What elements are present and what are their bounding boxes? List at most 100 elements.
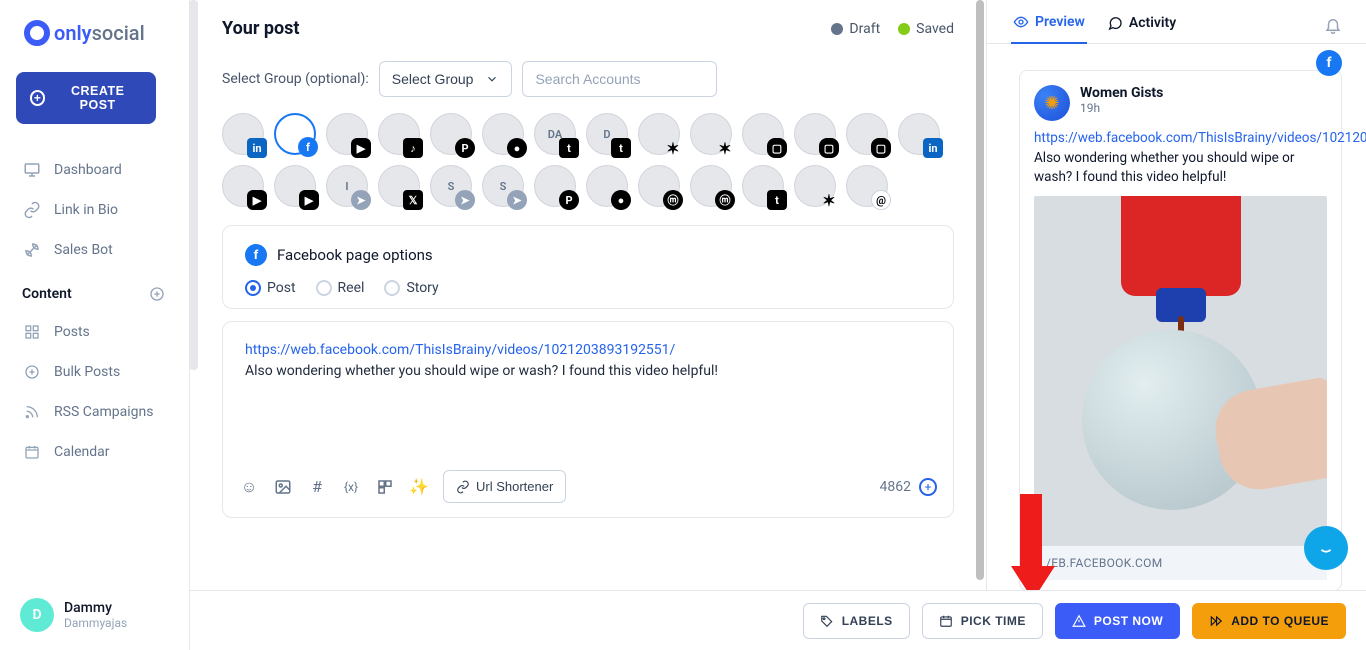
account-avatar[interactable]: ▢ xyxy=(742,113,784,155)
url-shortener-button[interactable]: Url Shortener xyxy=(443,470,566,503)
account-avatar[interactable]: ● xyxy=(482,113,524,155)
editor-body[interactable]: https://web.facebook.com/ThisIsBrainy/vi… xyxy=(223,322,953,462)
link-icon xyxy=(22,200,42,220)
account-avatar[interactable]: ✶ xyxy=(638,113,680,155)
th-network-icon: @ xyxy=(871,190,891,210)
rocket-icon xyxy=(22,240,42,260)
warning-icon xyxy=(1072,614,1086,628)
preview-avatar: ✺ xyxy=(1034,85,1070,121)
radio-reel[interactable]: Reel xyxy=(316,280,365,296)
li-network-icon: in xyxy=(247,138,267,158)
bs-network-icon: ✶ xyxy=(663,138,683,158)
main-panel: Your post Draft Saved Select Group (opti… xyxy=(190,0,986,650)
chat-fab[interactable] xyxy=(1304,526,1348,570)
rd-network-icon: ● xyxy=(611,190,631,210)
plus-circle-icon[interactable] xyxy=(147,284,167,304)
add-variant-icon[interactable]: + xyxy=(919,478,937,496)
calendar-icon xyxy=(22,442,42,462)
account-avatar[interactable]: t xyxy=(742,165,784,207)
main-scrollbar[interactable] xyxy=(976,0,984,580)
account-avatar[interactable]: ▶ xyxy=(326,113,368,155)
hashtag-icon[interactable]: # xyxy=(307,477,327,497)
sidebar-item-bulk[interactable]: Bulk Posts xyxy=(16,352,173,392)
account-avatar[interactable]: ▢ xyxy=(794,113,836,155)
facebook-badge-icon: f xyxy=(1316,50,1342,76)
account-avatar[interactable]: I➤ xyxy=(326,165,368,207)
account-avatar[interactable]: DAt xyxy=(534,113,576,155)
ig-network-icon: ▢ xyxy=(819,138,839,158)
tb-network-icon: t xyxy=(559,138,579,158)
preview-body-text: Also wondering whether you should wipe o… xyxy=(1034,150,1294,186)
account-avatar[interactable]: ⓜ xyxy=(690,165,732,207)
add-to-queue-button[interactable]: ADD TO QUEUE xyxy=(1192,603,1346,639)
select-group-dropdown[interactable]: Select Group xyxy=(379,61,513,97)
emoji-icon[interactable]: ☺ xyxy=(239,477,259,497)
editor-link[interactable]: https://web.facebook.com/ThisIsBrainy/vi… xyxy=(245,342,675,358)
radio-story[interactable]: Story xyxy=(384,280,438,296)
fb-network-icon: f xyxy=(298,137,318,157)
labels-button[interactable]: LABELS xyxy=(803,603,910,639)
account-avatar[interactable]: P xyxy=(534,165,576,207)
search-accounts-input[interactable] xyxy=(522,61,717,97)
calendar-icon xyxy=(939,614,953,628)
variable-icon[interactable]: {x} xyxy=(341,477,361,497)
account-avatar[interactable]: ● xyxy=(586,165,628,207)
image-icon[interactable] xyxy=(273,477,293,497)
rss-icon xyxy=(22,402,42,422)
account-avatar[interactable]: in xyxy=(898,113,940,155)
pn-network-icon: P xyxy=(455,138,475,158)
create-post-button[interactable]: + CREATE POST xyxy=(16,72,156,124)
preview-link[interactable]: https://web.facebook.com/ThisIsBrainy/vi… xyxy=(1034,130,1366,146)
sidebar-item-posts[interactable]: Posts xyxy=(16,312,173,352)
sidebar-item-dashboard[interactable]: Dashboard xyxy=(16,150,173,190)
sidebar-item-salesbot[interactable]: Sales Bot xyxy=(16,230,173,270)
account-avatar[interactable]: ▢ xyxy=(846,113,888,155)
presentation-icon xyxy=(22,160,42,180)
account-avatar[interactable]: ✶ xyxy=(794,165,836,207)
bell-icon[interactable] xyxy=(1324,16,1342,38)
account-avatar[interactable]: P xyxy=(430,113,472,155)
sidebar-item-rss[interactable]: RSS Campaigns xyxy=(16,392,173,432)
pn-network-icon: P xyxy=(559,190,579,210)
user-block[interactable]: D Dammy Dammyajas xyxy=(16,590,173,640)
account-avatar[interactable]: ▶ xyxy=(222,165,264,207)
preview-page-name: Women Gists xyxy=(1080,85,1163,101)
ig-network-icon: ▢ xyxy=(871,138,891,158)
sidebar-item-calendar[interactable]: Calendar xyxy=(16,432,173,472)
md-network-icon: ⓜ xyxy=(715,190,735,210)
link-icon xyxy=(456,480,470,494)
brand-logo[interactable]: onlysocial xyxy=(16,20,173,46)
md-network-icon: ⓜ xyxy=(663,190,683,210)
account-avatar[interactable]: S➤ xyxy=(430,165,472,207)
radio-post[interactable]: Post xyxy=(245,280,296,296)
account-avatar[interactable]: S➤ xyxy=(482,165,524,207)
account-avatar[interactable]: in xyxy=(222,113,264,155)
user-name: Dammy xyxy=(64,600,127,616)
pick-time-button[interactable]: PICK TIME xyxy=(922,603,1043,639)
tl-network-icon: t xyxy=(767,190,787,210)
preview-image xyxy=(1034,196,1327,546)
tab-preview[interactable]: Preview xyxy=(1011,10,1087,44)
tb-network-icon: t xyxy=(611,138,631,158)
status-badges: Draft Saved xyxy=(831,21,954,37)
intercom-icon xyxy=(1315,537,1337,559)
account-avatar[interactable]: @ xyxy=(846,165,888,207)
post-now-button[interactable]: POST NOW xyxy=(1055,603,1180,639)
account-avatar[interactable]: ▶ xyxy=(274,165,316,207)
account-avatar[interactable]: 𝕏 xyxy=(378,165,420,207)
account-avatar[interactable]: f xyxy=(274,113,316,155)
account-avatar[interactable]: ✶ xyxy=(690,113,732,155)
accounts-grid: inf▶♪P●DAtDt✶✶▢▢▢in▶▶I➤𝕏S➤S➤P●ⓜⓜt✶@ xyxy=(222,113,942,207)
page-title: Your post xyxy=(222,18,300,39)
template-icon[interactable] xyxy=(375,477,395,497)
preview-time: 19h xyxy=(1080,101,1163,115)
yt-network-icon: ▶ xyxy=(351,138,371,158)
logo-icon xyxy=(24,20,50,46)
account-avatar[interactable]: ♪ xyxy=(378,113,420,155)
sidebar-item-linkbio[interactable]: Link in Bio xyxy=(16,190,173,230)
sparkle-icon[interactable]: ✨ xyxy=(409,477,429,497)
account-avatar[interactable]: Dt xyxy=(586,113,628,155)
preview-pane: Preview Activity f ✺ Women Gists 19h xyxy=(986,0,1366,650)
tab-activity[interactable]: Activity xyxy=(1105,11,1178,43)
account-avatar[interactable]: ⓜ xyxy=(638,165,680,207)
